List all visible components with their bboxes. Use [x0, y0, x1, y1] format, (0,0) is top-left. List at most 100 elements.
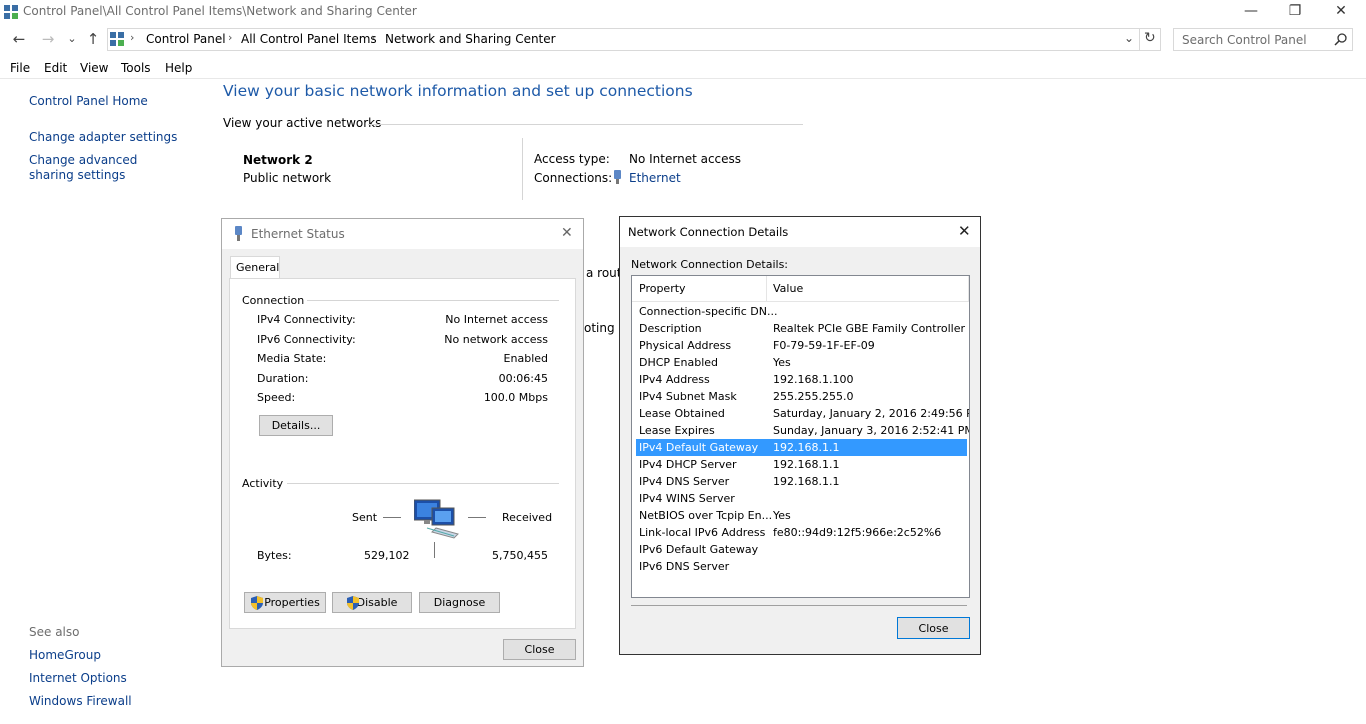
- ipv6-connectivity-label: IPv6 Connectivity:: [257, 333, 356, 346]
- bytes-label: Bytes:: [257, 549, 292, 562]
- property-cell: Description: [639, 322, 702, 335]
- value-cell: Yes: [773, 509, 791, 522]
- menu-view[interactable]: View: [80, 61, 108, 75]
- divider: [468, 517, 486, 518]
- network-type-link[interactable]: Public network: [243, 171, 331, 185]
- search-box[interactable]: [1173, 28, 1353, 51]
- menu-help[interactable]: Help: [165, 61, 192, 75]
- divider: [434, 542, 435, 558]
- dialog-titlebar: Network Connection Details ✕: [620, 217, 980, 247]
- divider: [968, 276, 969, 301]
- network-center-icon: [4, 5, 18, 19]
- property-cell: IPv4 WINS Server: [639, 492, 735, 505]
- internet-options-link[interactable]: Internet Options: [29, 671, 127, 686]
- table-row[interactable]: IPv4 WINS Server: [636, 490, 967, 507]
- details-button[interactable]: Details...: [259, 415, 333, 436]
- details-close-button[interactable]: Close: [897, 617, 970, 639]
- breadcrumb-all-items[interactable]: All Control Panel Items: [241, 32, 377, 46]
- column-header-value[interactable]: Value: [773, 282, 803, 295]
- column-header-property[interactable]: Property: [639, 282, 686, 295]
- up-button[interactable]: ↑: [83, 29, 103, 49]
- disable-button[interactable]: Disable: [332, 592, 412, 613]
- shield-icon: [251, 596, 263, 610]
- refresh-icon[interactable]: ↻: [1144, 30, 1156, 46]
- change-adapter-settings-link[interactable]: Change adapter settings: [29, 130, 177, 145]
- speed-label: Speed:: [257, 391, 296, 404]
- tab-panel: Connection IPv4 Connectivity: No Interne…: [229, 278, 576, 629]
- diagnose-button[interactable]: Diagnose: [419, 592, 500, 613]
- property-cell: IPv6 DNS Server: [639, 560, 730, 573]
- properties-label: Properties: [264, 596, 320, 609]
- ipv4-connectivity-value: No Internet access: [445, 313, 548, 326]
- menu-tools[interactable]: Tools: [121, 61, 151, 75]
- address-bar[interactable]: › Control Panel › All Control Panel Item…: [107, 28, 1161, 51]
- shield-icon: [347, 596, 359, 610]
- search-input[interactable]: [1174, 29, 1324, 50]
- table-row[interactable]: IPv4 Subnet Mask 255.255.255.0: [636, 388, 967, 405]
- window-title: Control Panel\All Control Panel Items\Ne…: [23, 4, 417, 18]
- table-row[interactable]: IPv4 Address 192.168.1.100: [636, 371, 967, 388]
- control-panel-home-link[interactable]: Control Panel Home: [29, 94, 148, 109]
- value-cell: 192.168.1.1: [773, 475, 840, 488]
- access-type-label: Access type:: [534, 152, 610, 166]
- ethernet-connection-link[interactable]: Ethernet: [629, 171, 681, 185]
- property-cell: Lease Expires: [639, 424, 715, 437]
- table-row[interactable]: IPv4 DHCP Server 192.168.1.1: [636, 456, 967, 473]
- address-dropdown-icon[interactable]: ⌄: [1124, 31, 1134, 45]
- table-row[interactable]: DHCP Enabled Yes: [636, 354, 967, 371]
- media-state-label: Media State:: [257, 352, 327, 365]
- forward-button[interactable]: →: [38, 29, 58, 49]
- close-window-button[interactable]: ✕: [1318, 0, 1364, 24]
- table-row[interactable]: Lease Obtained Saturday, January 2, 2016 …: [636, 405, 969, 422]
- sent-label: Sent: [352, 511, 378, 524]
- homegroup-link[interactable]: HomeGroup: [29, 648, 101, 663]
- breadcrumb-separator: ›: [130, 31, 135, 44]
- close-icon[interactable]: ✕: [561, 225, 573, 241]
- property-cell: IPv4 Default Gateway: [639, 441, 759, 454]
- close-icon[interactable]: ✕: [958, 222, 971, 240]
- ethernet-status-close-button[interactable]: Close: [503, 639, 576, 660]
- bytes-sent-value: 529,102: [364, 549, 410, 562]
- table-row[interactable]: IPv4 DNS Server 192.168.1.1: [636, 473, 967, 490]
- table-row[interactable]: IPv4 Default Gateway 192.168.1.1: [636, 439, 967, 456]
- table-row[interactable]: NetBIOS over Tcpip En... Yes: [636, 507, 967, 524]
- disable-label: Disable: [356, 596, 398, 609]
- media-state-value: Enabled: [503, 352, 548, 365]
- minimize-button[interactable]: —: [1228, 0, 1274, 24]
- activity-section-label: Activity: [242, 477, 284, 490]
- breadcrumb-network-center[interactable]: Network and Sharing Center: [385, 32, 556, 46]
- tab-general[interactable]: General: [230, 256, 280, 279]
- table-row[interactable]: Connection-specific DN...: [636, 303, 967, 320]
- recent-locations-button[interactable]: ⌄: [62, 29, 82, 49]
- back-button[interactable]: ←: [9, 29, 29, 49]
- duration-label: Duration:: [257, 372, 309, 385]
- table-row[interactable]: Physical Address F0-79-59-1F-EF-09: [636, 337, 967, 354]
- menu-file[interactable]: File: [10, 61, 30, 75]
- divider: [307, 300, 559, 301]
- property-cell: DHCP Enabled: [639, 356, 719, 369]
- property-cell: IPv4 Address: [639, 373, 710, 386]
- table-row[interactable]: Lease Expires Sunday, January 3, 2016 2:5…: [636, 422, 969, 439]
- menu-bar: File Edit View Tools Help: [0, 58, 1366, 79]
- dialog-titlebar: Ethernet Status ✕: [222, 219, 583, 249]
- details-list[interactable]: Property Value Connection-specific DN...…: [631, 275, 970, 598]
- tab-label: General: [236, 261, 280, 274]
- properties-button[interactable]: Properties: [244, 592, 326, 613]
- search-icon[interactable]: [1334, 33, 1347, 46]
- maximize-button[interactable]: ❐: [1272, 0, 1318, 24]
- property-cell: Lease Obtained: [639, 407, 725, 420]
- table-row[interactable]: IPv6 DNS Server: [636, 558, 967, 575]
- windows-firewall-link[interactable]: Windows Firewall: [29, 694, 132, 709]
- ethernet-status-dialog: Ethernet Status ✕ General Connection IPv…: [221, 218, 584, 667]
- menu-edit[interactable]: Edit: [44, 61, 67, 75]
- breadcrumb-control-panel[interactable]: Control Panel: [146, 32, 226, 46]
- connections-label: Connections:: [534, 171, 613, 185]
- page-heading: View your basic network information and …: [223, 82, 693, 100]
- list-header: Property Value: [632, 276, 969, 302]
- table-row[interactable]: IPv6 Default Gateway: [636, 541, 967, 558]
- property-cell: IPv4 DHCP Server: [639, 458, 737, 471]
- table-row[interactable]: Link-local IPv6 Address fe80::94d9:12f5:9…: [636, 524, 967, 541]
- table-row[interactable]: Description Realtek PCIe GBE Family Contr…: [636, 320, 967, 337]
- change-advanced-sharing-link[interactable]: Change advanced sharing settings: [29, 153, 179, 183]
- property-cell: Physical Address: [639, 339, 732, 352]
